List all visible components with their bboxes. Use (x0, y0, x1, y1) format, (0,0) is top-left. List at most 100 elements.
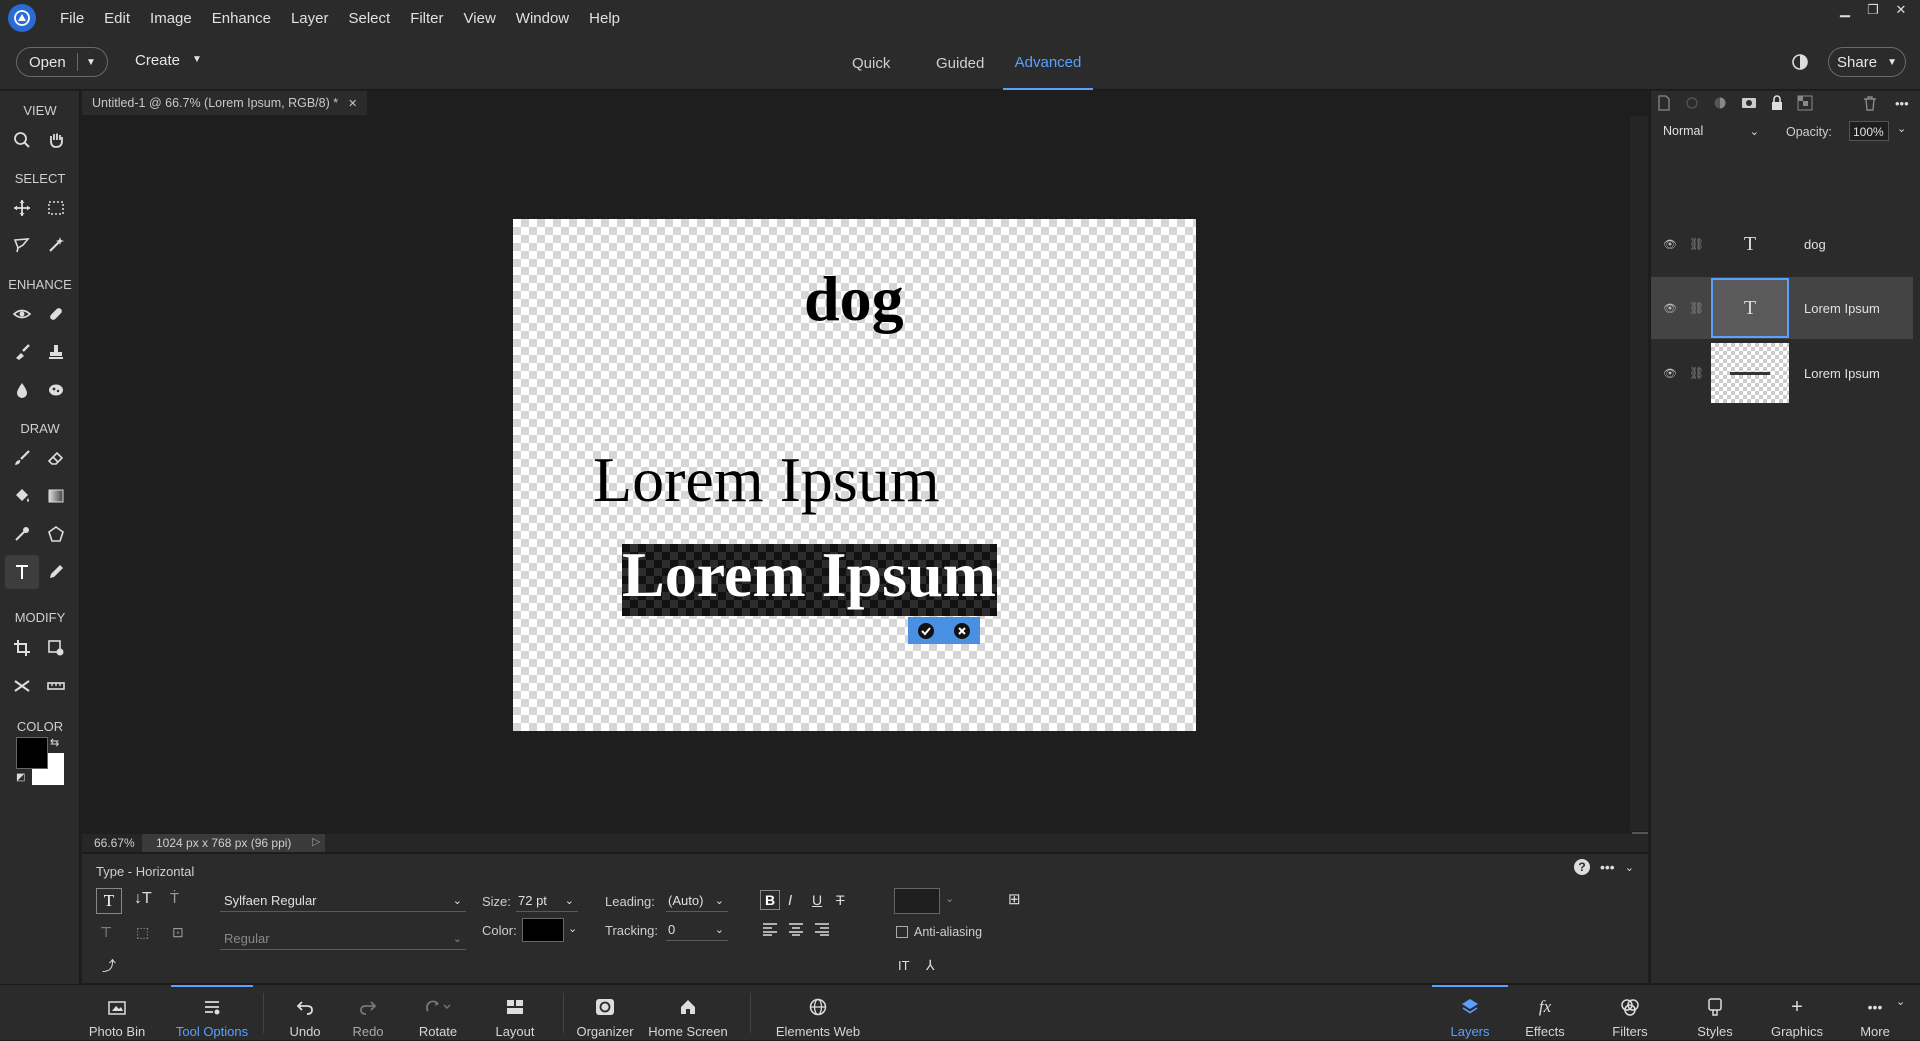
visibility-eye-icon[interactable]: 👁 (1663, 302, 1677, 315)
brush-tool-icon[interactable] (7, 443, 37, 473)
text-style-swatch[interactable] (894, 888, 940, 914)
graphics-button[interactable]: + Graphics (1768, 985, 1826, 1041)
shape-tool-icon[interactable] (41, 519, 71, 549)
menu-window[interactable]: Window (506, 10, 579, 27)
menu-select[interactable]: Select (338, 10, 400, 27)
tool-options-button[interactable]: Tool Options (171, 985, 253, 1041)
collapse-chevron-icon[interactable]: ⌄ (1625, 861, 1634, 874)
font-family-select[interactable]: Sylfaen Regular ⌄ (220, 890, 466, 912)
create-warped-text-icon[interactable]: ⊞ (1008, 890, 1021, 908)
menu-image[interactable]: Image (140, 10, 202, 27)
canvas-text-lorem-1[interactable]: Lorem Ipsum (593, 443, 940, 517)
foreground-color-swatch[interactable] (16, 737, 48, 769)
home-screen-button[interactable]: Home Screen (648, 985, 728, 1041)
tab-quick[interactable]: Quick (852, 36, 890, 90)
font-style-select[interactable]: Regular ⌄ (220, 928, 466, 950)
horizontal-mask-type-icon[interactable]: Ṫ (170, 890, 179, 907)
menu-help[interactable]: Help (579, 10, 630, 27)
paint-bucket-icon[interactable] (7, 481, 37, 511)
anti-aliasing-checkbox[interactable] (896, 926, 908, 938)
text-on-shape-icon[interactable]: ⊡ (172, 924, 184, 941)
magic-wand-icon[interactable] (41, 230, 71, 260)
layer-row-lorem-ipsum-selected[interactable]: 👁 ⛓ T Lorem Ipsum (1651, 277, 1913, 339)
size-select[interactable]: 72 pt ⌄ (516, 890, 578, 912)
hand-tool-icon[interactable] (41, 125, 71, 155)
default-colors-icon[interactable]: ◩ (16, 772, 25, 783)
tracking-select[interactable]: 0 ⌄ (666, 919, 728, 941)
document-tab[interactable]: Untitled-1 @ 66.7% (Lorem Ipsum, RGB/8) … (82, 91, 368, 115)
help-icon[interactable]: ? (1574, 859, 1590, 875)
panel-menu-icon[interactable]: ••• (1895, 96, 1909, 111)
adjustment-layer-icon[interactable] (1713, 95, 1727, 111)
warp-text-icon[interactable]: IT (898, 958, 910, 973)
status-arrow-icon[interactable]: ▷ (312, 835, 320, 848)
link-icon[interactable]: ⛓ (1689, 237, 1704, 251)
text-on-selection-icon[interactable]: ⬚ (136, 924, 149, 941)
leading-select[interactable]: (Auto) ⌄ (666, 890, 728, 912)
text-orientation-icon[interactable]: ⅄ (926, 957, 935, 974)
redo-button[interactable]: Redo (348, 985, 388, 1041)
chevron-down-icon[interactable]: ⌄ (1896, 995, 1905, 1008)
layer-row-dog[interactable]: 👁 ⛓ T dog (1651, 213, 1911, 275)
smart-brush-icon[interactable] (7, 337, 37, 367)
canvas-text-dog[interactable]: dog (804, 262, 904, 336)
menu-edit[interactable]: Edit (94, 10, 140, 27)
effects-button[interactable]: fx Effects (1520, 985, 1570, 1041)
chevron-down-icon[interactable]: ⌄ (568, 922, 577, 935)
blur-tool-icon[interactable] (7, 375, 37, 405)
theme-toggle-icon[interactable] (1791, 53, 1809, 71)
align-right-icon[interactable] (814, 922, 830, 936)
organizer-button[interactable]: Organizer (574, 985, 636, 1041)
open-button[interactable]: Open ▼ (16, 47, 108, 77)
delete-layer-icon[interactable] (1863, 95, 1877, 111)
cancel-edit-icon[interactable] (953, 622, 971, 640)
close-window-icon[interactable]: ✕ (1890, 2, 1912, 18)
vertical-scrollbar[interactable] (1630, 116, 1648, 831)
move-tool-icon[interactable] (7, 193, 37, 223)
styles-button[interactable]: Styles (1690, 985, 1740, 1041)
menu-layer[interactable]: Layer (281, 10, 339, 27)
menu-view[interactable]: View (454, 10, 506, 27)
minimize-icon[interactable]: ▁ (1834, 2, 1856, 18)
restore-icon[interactable]: ❐ (1862, 2, 1884, 18)
filters-button[interactable]: Filters (1604, 985, 1656, 1041)
tab-guided[interactable]: Guided (936, 36, 984, 90)
recompose-tool-icon[interactable] (41, 633, 71, 663)
photo-bin-button[interactable]: Photo Bin (88, 985, 146, 1041)
more-button[interactable]: ••• More (1850, 985, 1900, 1041)
share-button[interactable]: Share ▼ (1828, 47, 1906, 77)
sponge-tool-icon[interactable] (41, 375, 71, 405)
type-tool-icon[interactable] (5, 555, 39, 589)
visibility-eye-icon[interactable]: 👁 (1663, 238, 1677, 251)
vertical-mask-type-icon[interactable]: ⊤ (100, 924, 112, 941)
menu-enhance[interactable]: Enhance (202, 10, 281, 27)
layers-button[interactable]: Layers (1432, 985, 1508, 1041)
layout-button[interactable]: Layout (492, 985, 538, 1041)
align-left-icon[interactable] (762, 922, 778, 936)
content-aware-move-icon[interactable] (7, 671, 37, 701)
visibility-eye-icon[interactable]: 👁 (1663, 367, 1677, 380)
create-button[interactable]: Create ▼ (135, 52, 202, 69)
strikethrough-button[interactable]: T (836, 892, 845, 908)
text-color-swatch[interactable] (522, 918, 564, 942)
zoom-tool-icon[interactable] (7, 125, 37, 155)
menu-filter[interactable]: Filter (400, 10, 453, 27)
tab-advanced[interactable]: Advanced (1003, 36, 1093, 90)
straighten-tool-icon[interactable] (41, 671, 71, 701)
bold-button[interactable]: B (760, 890, 780, 910)
underline-button[interactable]: U (812, 892, 822, 908)
red-eye-icon[interactable] (7, 299, 37, 329)
text-on-path-icon[interactable]: ⤴ (102, 956, 116, 976)
lasso-tool-icon[interactable] (7, 230, 37, 260)
lock-transparency-icon[interactable] (1797, 95, 1813, 111)
new-layer-icon[interactable] (1657, 95, 1671, 111)
close-tab-icon[interactable]: ✕ (348, 97, 357, 110)
menu-file[interactable]: File (50, 10, 94, 27)
link-icon[interactable]: ⛓ (1689, 301, 1704, 315)
horizontal-type-icon[interactable]: T (96, 888, 122, 914)
commit-check-icon[interactable] (917, 622, 935, 640)
eraser-tool-icon[interactable] (41, 443, 71, 473)
layer-row-lorem-ipsum[interactable]: 👁 ⛓ Lorem Ipsum (1651, 342, 1911, 404)
chevron-down-icon[interactable]: ⌄ (1897, 122, 1906, 135)
blend-mode-select[interactable]: Normal ⌄ (1659, 121, 1763, 141)
